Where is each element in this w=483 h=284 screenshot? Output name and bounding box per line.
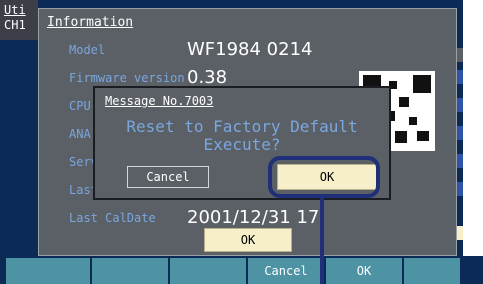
ok-button-highlight-ring: [268, 156, 380, 198]
dialog-cancel-button[interactable]: Cancel: [127, 166, 209, 188]
row-label-last-caldate: Last CalDate: [69, 211, 156, 225]
softkey-1[interactable]: [6, 258, 92, 284]
row-value-model: WF1984 0214: [187, 39, 313, 60]
utility-channel-header: Uti CH1: [0, 0, 38, 40]
softkey-cancel[interactable]: Cancel: [248, 258, 326, 284]
channel-label: CH1: [4, 18, 26, 32]
softkey-6[interactable]: [404, 258, 462, 284]
panel-title: Information: [47, 15, 134, 30]
softkey-3[interactable]: [170, 258, 248, 284]
info-ok-button[interactable]: OK: [204, 228, 292, 252]
dialog-title: Message No.7003: [105, 94, 214, 108]
utility-label: Uti: [4, 3, 26, 17]
dialog-message: Reset to Factory Default Execute?: [95, 118, 389, 154]
dialog-message-line-2: Execute?: [203, 135, 281, 154]
row-value-firmware: 0.38: [187, 67, 228, 88]
softkey-bar: Cancel OK: [0, 256, 483, 284]
device-screen: Uti CH1 Information Model WF1984 0214 Fi…: [0, 0, 463, 256]
dialog-message-line-1: Reset to Factory Default: [126, 117, 358, 136]
row-label-ana: ANA: [69, 127, 91, 141]
row-label-cpu: CPU: [69, 99, 91, 113]
softkey-2[interactable]: [92, 258, 170, 284]
softkey-ok[interactable]: OK: [326, 258, 404, 284]
row-label-model: Model: [69, 43, 106, 57]
row-label-firmware: Firmware version: [69, 71, 185, 85]
pointer-arrow-icon: [320, 198, 324, 284]
row-value-last-caldate: 2001/12/31 17:: [187, 207, 326, 228]
